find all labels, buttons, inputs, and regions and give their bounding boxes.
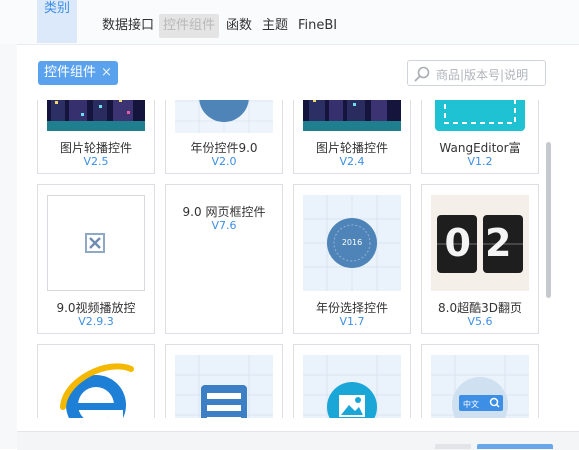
widget-card[interactable] xyxy=(37,344,155,418)
cancel-button[interactable] xyxy=(435,444,471,449)
card-name: 年份选择控件 xyxy=(315,301,388,315)
card-name: 图片轮播控件 xyxy=(59,141,132,155)
filter-chip[interactable]: 控件组件 × xyxy=(38,61,118,85)
card-name: 9.0视频播放控 xyxy=(56,301,136,315)
widget-card[interactable]: 9.0视频播放控 V2.9.3 xyxy=(37,184,155,334)
card-thumbnail xyxy=(303,100,401,131)
tab-finebi[interactable]: FineBI xyxy=(294,14,341,38)
close-icon[interactable]: × xyxy=(101,65,112,80)
search-icon[interactable] xyxy=(413,65,431,83)
card-version: V2.4 xyxy=(339,155,365,168)
search-placeholder: 商品|版本号|说明 xyxy=(436,68,529,82)
confirm-button[interactable] xyxy=(477,444,553,449)
card-thumbnail xyxy=(431,100,529,133)
widget-card[interactable] xyxy=(293,344,411,418)
widget-card[interactable]: 年份控件9.0 V2.0 xyxy=(165,100,283,174)
category-label: 类别 xyxy=(37,0,77,43)
card-version: V2.5 xyxy=(83,155,109,168)
scrollbar-thumb[interactable] xyxy=(546,142,551,298)
widget-card[interactable]: 2016 年份选择控件 V1.7 xyxy=(293,184,411,334)
tab-widget-components[interactable]: 控件组件 xyxy=(159,14,220,38)
card-version: V1.2 xyxy=(467,155,493,168)
card-name: 9.0 网页框控件 xyxy=(182,205,266,219)
year-text: 2016 xyxy=(341,238,363,247)
filter-chip-label: 控件组件 xyxy=(44,65,97,80)
card-thumbnail: 2016 xyxy=(303,195,401,291)
widget-card[interactable]: WangEditor富 V1.2 xyxy=(421,100,539,174)
widget-grid: 图片轮播控件 V2.5 年份控件9.0 V2.0 图片轮播控件 V2.4 Wan… xyxy=(36,100,544,418)
card-thumbnail: 02 xyxy=(431,195,529,291)
widget-card[interactable] xyxy=(165,344,283,418)
card-name: 8.0超酷3D翻页 xyxy=(438,301,522,315)
widget-card[interactable]: 9.0 网页框控件 V7.6 xyxy=(165,184,283,334)
widget-card[interactable]: 02 8.0超酷3D翻页 V5.6 xyxy=(421,184,539,334)
image-widget-icon xyxy=(303,355,401,418)
card-version: V2.0 xyxy=(211,155,237,168)
card-thumbnail xyxy=(47,100,145,131)
widget-card[interactable]: 中文 xyxy=(421,344,539,418)
card-thumbnail xyxy=(47,195,145,291)
tab-functions[interactable]: 函数 xyxy=(222,14,256,38)
card-name: 图片轮播控件 xyxy=(315,141,388,155)
card-thumbnail xyxy=(47,355,145,418)
card-version: V1.7 xyxy=(339,315,365,328)
ie-logo-icon xyxy=(60,363,134,418)
left-strip xyxy=(0,44,17,449)
card-thumbnail: 中文 xyxy=(431,355,529,418)
card-version: V7.6 xyxy=(211,219,237,232)
card-version: V5.6 xyxy=(467,315,493,328)
card-name: WangEditor富 xyxy=(439,141,521,155)
widget-card[interactable]: 图片轮播控件 V2.4 xyxy=(293,100,411,174)
tab-themes[interactable]: 主题 xyxy=(258,14,292,38)
card-thumbnail xyxy=(303,355,401,418)
flip-clock-digits: 02 xyxy=(444,221,526,265)
card-thumbnail xyxy=(175,100,273,133)
card-version: V2.9.3 xyxy=(78,315,114,328)
lang-text: 中文 xyxy=(463,400,479,409)
widget-card[interactable]: 图片轮播控件 V2.5 xyxy=(37,100,155,174)
card-name: 年份控件9.0 xyxy=(190,141,258,155)
tab-data-interface[interactable]: 数据接口 xyxy=(98,14,158,38)
card-thumbnail xyxy=(175,355,273,418)
search-box[interactable]: 商品|版本号|说明 xyxy=(407,60,546,86)
